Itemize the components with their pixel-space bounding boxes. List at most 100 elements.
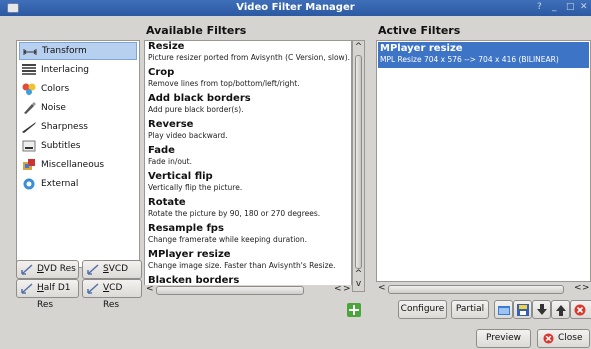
scroll-left-arrow[interactable]: < [378, 283, 386, 293]
filter-name: Add black borders [148, 93, 251, 104]
sharpness-icon [22, 122, 36, 133]
filter-item[interactable]: Fade Fade in/out. [145, 145, 351, 167]
category-label: Subtitles [41, 141, 81, 151]
subtitles-icon [22, 140, 36, 152]
preview-button[interactable]: Preview [476, 329, 531, 348]
filter-item[interactable]: Crop Remove lines from top/bottom/left/ri… [145, 67, 351, 89]
maximize-button[interactable]: □ [566, 2, 575, 12]
category-item-transform[interactable]: Transform [19, 42, 137, 60]
filter-item[interactable]: Vertical flip Vertically flip the picture… [145, 171, 351, 193]
available-filters-vscrollbar[interactable]: ^ ^ v [352, 40, 365, 292]
filter-name: Vertical flip [148, 171, 213, 182]
category-item-colors[interactable]: Colors [19, 80, 137, 98]
svcd-res-button[interactable]: SVCD Res [82, 260, 142, 291]
category-label: Transform [42, 46, 87, 56]
filter-description: Add pure black border(s). [148, 105, 244, 114]
move-down-button[interactable] [532, 300, 551, 319]
scroll-left-arrow[interactable]: < [574, 283, 582, 293]
filter-name: MPlayer resize [380, 43, 463, 54]
scroll-left-arrow[interactable]: < [334, 284, 342, 294]
category-item-external[interactable]: External [19, 175, 137, 193]
filter-description: Vertically flip the picture. [148, 183, 243, 192]
remove-filter-button[interactable] [570, 300, 591, 319]
transform-icon [23, 49, 37, 55]
resize-icon [21, 264, 33, 275]
filter-name: Resize [148, 41, 185, 52]
category-label: Interlacing [41, 65, 90, 75]
scroll-thumb[interactable] [355, 55, 362, 269]
interlacing-icon [22, 64, 36, 75]
filter-name: MPlayer resize [148, 249, 231, 260]
category-item-sharpness[interactable]: Sharpness [19, 118, 137, 136]
filter-item[interactable]: Reverse Play video backward. [145, 119, 351, 141]
resize-icon [87, 264, 99, 275]
available-filters-list[interactable]: Resize Picture resizer ported from Avisyn… [144, 40, 352, 292]
scroll-left-arrow[interactable]: < [146, 284, 154, 294]
filter-name: Rotate [148, 197, 186, 208]
filter-description: Play video backward. [148, 131, 228, 140]
scroll-right-arrow[interactable]: > [582, 283, 590, 293]
hscroll-thumb[interactable] [388, 285, 564, 294]
filter-description: MPL Resize 704 x 576 --> 704 x 416 (BILI… [380, 55, 559, 64]
category-item-subtitles[interactable]: Subtitles [19, 137, 137, 155]
configure-button[interactable]: Configure [398, 300, 447, 319]
filter-item[interactable]: MPlayer resize Change image size. Faster … [145, 249, 351, 271]
vcd-res-button[interactable]: VCD Res [82, 279, 142, 310]
colors-icon [22, 83, 36, 95]
category-label: External [41, 179, 79, 189]
filter-name: Reverse [148, 119, 194, 130]
available-filters-hscrollbar[interactable]: < < > [144, 284, 352, 296]
filter-item[interactable]: Resample fps Change framerate while keepi… [145, 223, 351, 245]
move-up-button[interactable] [551, 300, 570, 319]
filter-item[interactable]: Add black borders Add pure black border(s… [145, 93, 351, 115]
miscellaneous-icon [23, 159, 35, 170]
remove-icon [574, 304, 586, 316]
help-button[interactable]: ? [537, 2, 542, 12]
partial-button[interactable]: Partial [451, 300, 489, 319]
minimize-button[interactable]: _ [552, 2, 557, 12]
arrow-up-icon [556, 305, 566, 316]
active-filters-hscrollbar[interactable]: < < > [376, 283, 591, 295]
filter-description: Fade in/out. [148, 157, 193, 166]
folder-open-icon [498, 306, 510, 315]
hscroll-thumb[interactable] [156, 286, 304, 295]
category-item-noise[interactable]: Noise [19, 99, 137, 117]
window-title: Video Filter Manager [236, 2, 355, 13]
category-list: Transform Interlacing Colors Noise Sharp… [16, 40, 140, 268]
resize-icon [87, 283, 99, 294]
filter-item[interactable]: Resize Picture resizer ported from Avisyn… [145, 41, 351, 63]
category-item-interlacing[interactable]: Interlacing [19, 61, 137, 79]
add-filter-icon[interactable] [347, 303, 361, 317]
filter-name: Resample fps [148, 223, 224, 234]
open-button[interactable] [494, 300, 513, 319]
arrow-down-icon [537, 304, 547, 315]
category-label: Colors [41, 84, 70, 94]
scroll-up-arrow[interactable]: ^ [353, 42, 364, 53]
filter-name: Crop [148, 67, 175, 78]
dvd-res-button[interactable]: DVD Res [16, 260, 79, 279]
category-label: Noise [41, 103, 66, 113]
noise-icon [24, 102, 36, 114]
filter-description: Rotate the picture by 90, 180 or 270 deg… [148, 209, 321, 218]
category-label: Sharpness [41, 122, 88, 132]
close-window-button[interactable]: ✕ [580, 2, 588, 12]
filter-item[interactable]: Rotate Rotate the picture by 90, 180 or 2… [145, 197, 351, 219]
resize-icon [21, 283, 33, 294]
active-filter-item[interactable]: MPlayer resize MPL Resize 704 x 576 --> … [378, 42, 589, 68]
dialog-body: Available Filters Active Filters Transfo… [0, 16, 591, 349]
available-filters-heading: Available Filters [146, 24, 247, 37]
filter-description: Remove lines from top/bottom/left/right. [148, 79, 300, 88]
category-label: Miscellaneous [41, 160, 105, 170]
half-d1-res-button[interactable]: Half D1 Res [16, 279, 79, 310]
save-button[interactable] [513, 300, 532, 319]
filter-description: Picture resizer ported from Avisynth (C … [148, 53, 350, 62]
scroll-down-arrow[interactable]: v [353, 279, 364, 290]
filter-name: Fade [148, 145, 175, 156]
category-item-miscellaneous[interactable]: Miscellaneous [19, 156, 137, 174]
active-filters-heading: Active Filters [378, 24, 461, 37]
external-icon [23, 178, 35, 190]
title-bar: Video Filter Manager ? _ □ ✕ [0, 0, 591, 16]
active-filters-list[interactable]: MPlayer resize MPL Resize 704 x 576 --> … [376, 40, 591, 282]
scroll-right-arrow[interactable]: > [343, 284, 351, 294]
close-button[interactable]: Close [537, 329, 590, 348]
